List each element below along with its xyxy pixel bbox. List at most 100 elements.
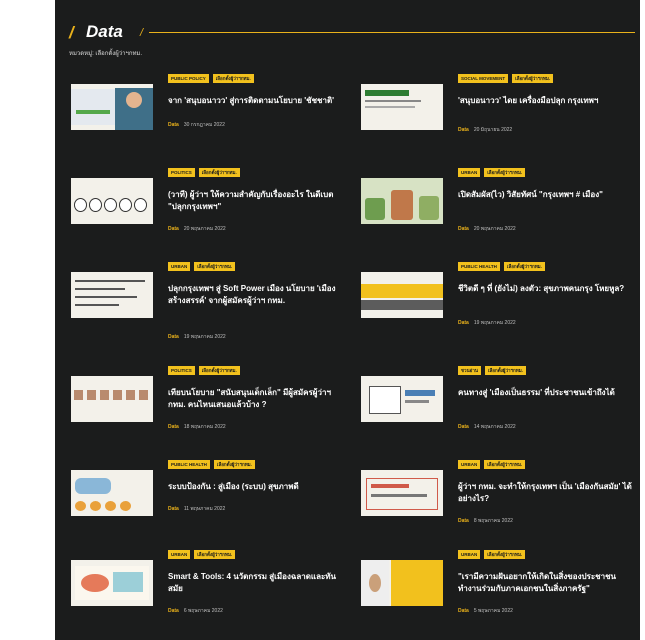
category-tag[interactable]: เลือกตั้งผู้ว่าฯกทม. [484, 550, 526, 559]
article-thumbnail[interactable] [71, 178, 153, 224]
article-date: 11 พฤษภาคม 2022 [183, 506, 226, 512]
category-tag[interactable]: เลือกตั้งผู้ว่าฯกทม. [212, 74, 254, 83]
author-link[interactable]: Data [458, 320, 469, 326]
category-tag[interactable]: URBAN [168, 262, 191, 271]
article-card[interactable]: ชวนอ่าน เลือกตั้งผู้ว่าฯกทม. คนทางสู่ 'เม… [361, 366, 643, 446]
article-thumbnail[interactable] [361, 178, 443, 224]
article-date: 14 พฤษภาคม 2022 [473, 424, 516, 430]
category-tag[interactable]: PUBLIC HEALTH [168, 460, 210, 469]
article-meta: Data 20 มิถุนายน 2022 [458, 126, 512, 134]
author-link[interactable]: Data [458, 424, 469, 430]
article-title[interactable]: 'สนุบอนาวว' ไดย เครื่องมือปลุก กรุงเทพฯ [458, 95, 638, 107]
article-date: 8 พฤษภาคม 2022 [473, 518, 513, 524]
category-tag[interactable]: เลือกตั้งผู้ว่าฯกทม. [484, 168, 526, 177]
category-tag[interactable]: เลือกตั้งผู้ว่าฯกทม. [198, 168, 240, 177]
article-date: 19 พฤษภาคม 2022 [473, 320, 516, 326]
author-link[interactable]: Data [458, 608, 469, 614]
category-tag[interactable]: เลือกตั้งผู้ว่าฯกทม. [194, 262, 236, 271]
category-tag[interactable]: เลือกตั้งผู้ว่าฯกทม. [194, 550, 236, 559]
author-link[interactable]: Data [168, 424, 179, 430]
article-title[interactable]: "เรามีความฝันอยากให้เกิดในสิ่งของประชาชน… [458, 571, 638, 595]
article-meta: Data 18 พฤษภาคม 2022 [168, 423, 226, 431]
article-title[interactable]: Smart & Tools: 4 นวัตกรรม สู่เมืองฉลาดแล… [168, 571, 348, 595]
author-link[interactable]: Data [168, 226, 179, 232]
section-title: Data [86, 22, 123, 41]
article-date: 6 พฤษภาคม 2022 [183, 608, 223, 614]
category-tag[interactable]: URBAN [458, 460, 481, 469]
article-title[interactable]: เปิดสัมผัส(ไว) วิสัยทัศน์ "กรุงเทพฯ # เม… [458, 189, 638, 201]
article-card[interactable]: PUBLIC HEALTH เลือกตั้งผู้ว่าฯกทม. ระบบป้… [71, 460, 353, 540]
author-link[interactable]: Data [168, 506, 179, 512]
article-thumbnail[interactable] [71, 560, 153, 606]
article-meta: Data 20 พฤษภาคม 2022 [168, 225, 226, 233]
header-divider [149, 32, 635, 33]
category-tag[interactable]: PUBLIC POLICY [168, 74, 209, 83]
article-date: 20 พฤษภาคม 2022 [473, 226, 516, 232]
article-thumbnail[interactable] [361, 84, 443, 130]
category-tag[interactable]: เลือกตั้งผู้ว่าฯกทม. [484, 366, 526, 375]
article-title[interactable]: เทียบนโยบาย "สนับสนุนเด็กเล็ก" มีผู้สมัค… [168, 387, 348, 411]
author-link[interactable]: Data [458, 518, 469, 524]
article-card[interactable]: URBAN เลือกตั้งผู้ว่าฯกทม. Smart & Tools:… [71, 550, 353, 630]
article-title[interactable]: ผู้ว่าฯ กทม. จะทำให้กรุงเทพฯ เป็น 'เมือง… [458, 481, 638, 505]
article-meta: Data 20 พฤษภาคม 2022 [458, 225, 516, 233]
article-card[interactable]: POLITICS เลือกตั้งผู้ว่าฯกทม. (วาที) ผู้ว… [71, 168, 353, 248]
article-thumbnail[interactable] [71, 376, 153, 422]
article-thumbnail[interactable] [361, 376, 443, 422]
category-tag[interactable]: URBAN [168, 550, 191, 559]
article-thumbnail[interactable] [361, 560, 443, 606]
article-card[interactable]: SOCIAL MOVEMENT เลือกตั้งผู้ว่าฯกทม. 'สนุ… [361, 74, 643, 154]
article-card[interactable]: POLITICS เลือกตั้งผู้ว่าฯกทม. เทียบนโยบาย… [71, 366, 353, 446]
article-title[interactable]: ชีวิตดี ๆ ที่ (ยังไม่) ลงตัว: สุขภาพคนกร… [458, 283, 638, 295]
article-meta: Data 6 พฤษภาคม 2022 [168, 607, 223, 615]
author-link[interactable]: Data [168, 334, 179, 340]
category-tag[interactable]: เลือกตั้งผู้ว่าฯกทม. [198, 366, 240, 375]
category-tag[interactable]: เลือกตั้งผู้ว่าฯกทม. [512, 74, 554, 83]
category-tag[interactable]: POLITICS [168, 168, 195, 177]
category-tag[interactable]: PUBLIC HEALTH [458, 262, 500, 271]
article-thumbnail[interactable] [71, 84, 153, 130]
category-tag[interactable]: URBAN [458, 550, 481, 559]
section-header: / Data / [69, 22, 635, 42]
article-card[interactable]: URBAN เลือกตั้งผู้ว่าฯกทม. ผู้ว่าฯ กทม. จ… [361, 460, 643, 540]
rule-slash-icon: / [140, 27, 144, 39]
category-tag[interactable]: ชวนอ่าน [458, 366, 481, 375]
category-tag[interactable]: เลือกตั้งผู้ว่าฯกทม. [484, 460, 526, 469]
article-card[interactable]: URBAN เลือกตั้งผู้ว่าฯกทม. ปลุกกรุงเทพฯ ส… [71, 262, 353, 342]
article-meta: Data 8 พฤษภาคม 2022 [458, 517, 513, 525]
slash-icon: / [69, 23, 74, 42]
article-date: 5 พฤษภาคม 2022 [473, 608, 513, 614]
author-link[interactable]: Data [168, 608, 179, 614]
category-tag[interactable]: POLITICS [168, 366, 195, 375]
article-date: 18 พฤษภาคม 2022 [183, 424, 226, 430]
article-title[interactable]: ระบบป้องกัน : สู่เมือง (ระบบ) สุขภาพดี [168, 481, 348, 493]
article-meta: Data 30 กรกฎาคม 2022 [168, 121, 225, 129]
category-subtitle: หมวดหมู่: เลือกตั้งผู้ว่าฯกทม. [69, 51, 143, 57]
article-card[interactable]: URBAN เลือกตั้งผู้ว่าฯกทม. เปิดสัมผัส(ไว)… [361, 168, 643, 248]
article-thumbnail[interactable] [361, 272, 443, 318]
category-tag[interactable]: เลือกตั้งผู้ว่าฯกทม. [213, 460, 255, 469]
category-tag[interactable]: URBAN [458, 168, 481, 177]
article-date: 30 กรกฎาคม 2022 [183, 122, 225, 128]
article-title[interactable]: ปลุกกรุงเทพฯ สู่ Soft Power เมือง นโยบาย… [168, 283, 348, 307]
article-title[interactable]: จาก 'สนุบอนาวว' สู่การติดตามนโยบาย 'ชัชช… [168, 95, 348, 107]
article-date: 19 พฤษภาคม 2022 [183, 334, 226, 340]
author-link[interactable]: Data [458, 127, 469, 133]
article-card[interactable]: PUBLIC POLICY เลือกตั้งผู้ว่าฯกทม. จาก 'ส… [71, 74, 353, 154]
article-meta: Data 5 พฤษภาคม 2022 [458, 607, 513, 615]
article-card[interactable]: URBAN เลือกตั้งผู้ว่าฯกทม. "เรามีความฝันอ… [361, 550, 643, 630]
article-card[interactable]: PUBLIC HEALTH เลือกตั้งผู้ว่าฯกทม. ชีวิตด… [361, 262, 643, 342]
category-tag[interactable]: SOCIAL MOVEMENT [458, 74, 509, 83]
article-title[interactable]: คนทางสู่ 'เมืองเป็นธรรม' ที่ประชาชนเข้าถ… [458, 387, 638, 399]
article-date: 20 พฤษภาคม 2022 [183, 226, 226, 232]
content-panel: / Data / หมวดหมู่: เลือกตั้งผู้ว่าฯกทม. … [55, 0, 640, 640]
article-thumbnail[interactable] [71, 470, 153, 516]
author-link[interactable]: Data [458, 226, 469, 232]
article-meta: Data 19 พฤษภาคม 2022 [168, 333, 226, 341]
category-tag[interactable]: เลือกตั้งผู้ว่าฯกทม. [503, 262, 545, 271]
article-thumbnail[interactable] [71, 272, 153, 318]
article-meta: Data 19 พฤษภาคม 2022 [458, 319, 516, 327]
article-thumbnail[interactable] [361, 470, 443, 516]
author-link[interactable]: Data [168, 122, 179, 128]
article-title[interactable]: (วาที) ผู้ว่าฯ ให้ความสำคัญกับเรื่องอะไร… [168, 189, 348, 213]
